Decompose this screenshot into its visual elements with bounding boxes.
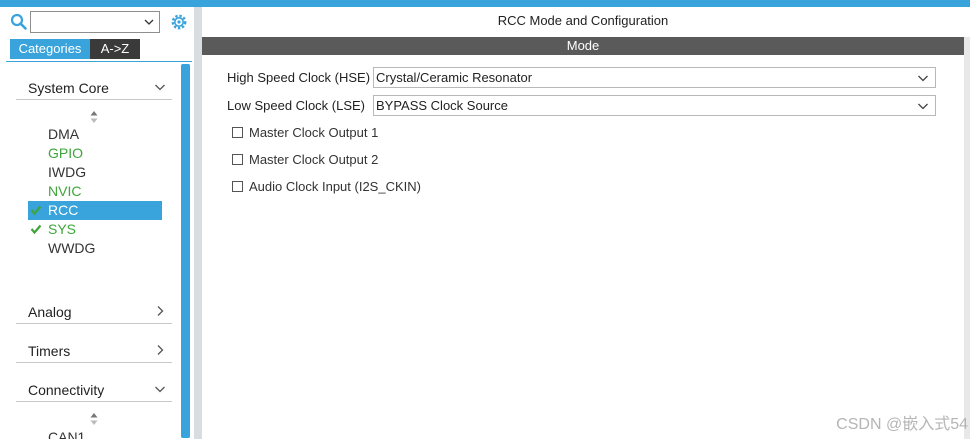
gear-icon[interactable] — [169, 12, 189, 32]
tab-a-to-z[interactable]: A->Z — [90, 39, 140, 59]
mco2-checkbox[interactable] — [232, 154, 243, 165]
main-panel: RCC Mode and Configuration Mode High Spe… — [202, 7, 970, 439]
hse-select[interactable]: Crystal/Ceramic Resonator — [373, 67, 936, 88]
category-label: Connectivity — [28, 382, 105, 398]
mco2-label: Master Clock Output 2 — [249, 152, 379, 167]
lse-select[interactable]: BYPASS Clock Source — [373, 95, 936, 116]
top-accent-strip — [0, 0, 970, 7]
list-item-iwdg[interactable]: IWDG — [28, 163, 162, 182]
watermark: CSDN @嵌入式54 — [836, 416, 968, 433]
item-label: NVIC — [48, 183, 82, 199]
hse-value: Crystal/Ceramic Resonator — [376, 70, 533, 85]
chevron-down-icon[interactable] — [154, 383, 166, 395]
lse-label: Low Speed Clock (LSE) — [227, 98, 366, 113]
list-item-nvic[interactable]: NVIC — [28, 182, 162, 201]
panel-splitter[interactable] — [194, 7, 202, 439]
category-analog[interactable]: Analog — [16, 298, 172, 324]
category-tree: System Core DMA GPIO IWDG NVIC RCC SYS W… — [6, 61, 192, 439]
chevron-down-icon[interactable] — [917, 100, 929, 112]
chevron-right-icon[interactable] — [154, 305, 166, 317]
chevron-down-icon[interactable] — [917, 72, 929, 84]
item-label: CAN1 — [48, 429, 86, 439]
hse-label: High Speed Clock (HSE) — [227, 70, 371, 85]
list-item-sys[interactable]: SYS — [28, 220, 162, 239]
category-connectivity[interactable]: Connectivity — [16, 376, 172, 402]
category-label: Timers — [28, 343, 71, 359]
sort-icon[interactable] — [90, 412, 98, 426]
search-icon[interactable] — [10, 13, 28, 31]
item-label: IWDG — [48, 164, 87, 180]
chevron-right-icon[interactable] — [154, 344, 166, 356]
page-title: RCC Mode and Configuration — [497, 13, 669, 28]
left-panel: Categories A->Z System Core DMA GPIO IWD… — [0, 7, 194, 439]
item-label: DMA — [48, 126, 80, 142]
category-label: System Core — [28, 80, 109, 96]
list-item-can1[interactable]: CAN1 — [28, 428, 162, 439]
chevron-down-icon[interactable] — [154, 81, 166, 93]
mco1-label: Master Clock Output 1 — [249, 125, 379, 140]
category-system-core[interactable]: System Core — [16, 74, 172, 100]
lse-value: BYPASS Clock Source — [376, 98, 508, 113]
search-combo[interactable] — [30, 11, 160, 33]
audio-clock-label: Audio Clock Input (I2S_CKIN) — [249, 179, 421, 194]
item-label: SYS — [48, 221, 77, 237]
category-timers[interactable]: Timers — [16, 337, 172, 363]
chevron-down-icon[interactable] — [143, 16, 155, 28]
item-label: WWDG — [48, 240, 96, 256]
audio-clock-checkbox[interactable] — [232, 181, 243, 192]
item-label: RCC — [48, 202, 79, 218]
list-item-gpio[interactable]: GPIO — [28, 144, 162, 163]
mco1-checkbox[interactable] — [232, 127, 243, 138]
list-item-dma[interactable]: DMA — [28, 125, 162, 144]
sort-icon[interactable] — [90, 110, 98, 124]
scrollbar[interactable] — [181, 64, 190, 438]
item-label: GPIO — [48, 145, 84, 161]
right-scroll-edge — [964, 37, 970, 439]
search-row — [10, 11, 194, 33]
check-icon — [30, 205, 42, 216]
mode-header: Mode — [202, 37, 964, 55]
list-item-rcc[interactable]: RCC — [28, 201, 162, 220]
scrollbar-thumb[interactable] — [181, 64, 190, 438]
category-label: Analog — [28, 304, 72, 320]
tab-categories[interactable]: Categories — [10, 39, 90, 59]
list-item-wwdg[interactable]: WWDG — [28, 239, 162, 258]
check-icon — [30, 224, 42, 235]
